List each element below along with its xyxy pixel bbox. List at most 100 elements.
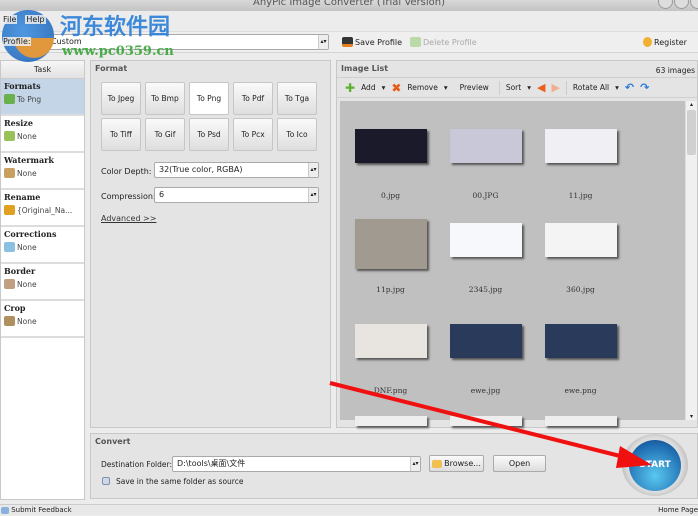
- register-label: Register: [654, 37, 687, 47]
- task-item-rename[interactable]: Rename {Original_Na...: [1, 190, 84, 227]
- compression-label: Compression:: [101, 192, 156, 201]
- remove-button[interactable]: Remove: [407, 83, 437, 92]
- task-title: Resize: [4, 118, 33, 128]
- task-panel: Task Formats To Png Resize None Watermark Non…: [0, 60, 85, 500]
- divider: [498, 80, 500, 95]
- color-depth-select[interactable]: 32(True color, RGBA) ▴▾: [154, 162, 319, 178]
- format-button-pcx[interactable]: To Pcx: [233, 118, 273, 151]
- remove-dropdown-icon[interactable]: ▾: [444, 83, 448, 92]
- format-button-tiff[interactable]: To Tiff: [101, 118, 141, 151]
- format-button-psd[interactable]: To Psd: [189, 118, 229, 151]
- scroll-thumb[interactable]: [687, 110, 696, 155]
- convert-title: Convert: [95, 437, 131, 446]
- task-value: None: [17, 131, 37, 141]
- task-value: None: [17, 168, 37, 178]
- delete-icon: [410, 37, 421, 47]
- save-profile-label: Save Profile: [355, 37, 403, 47]
- task-icon: [4, 279, 15, 289]
- image-thumbnail[interactable]: [450, 416, 522, 426]
- format-panel: Format To Jpeg To Bmp To Png To Pdf To Tga To…: [90, 60, 331, 428]
- sort-button[interactable]: Sort: [506, 83, 521, 92]
- format-button-png[interactable]: To Png: [189, 82, 229, 115]
- format-button-jpeg[interactable]: To Jpeg: [101, 82, 141, 115]
- task-item-watermark[interactable]: Watermark None: [1, 153, 84, 190]
- image-list-scrollbar[interactable]: ▴ ▾: [685, 101, 697, 420]
- task-title: Watermark: [4, 155, 54, 165]
- task-icon: [4, 94, 15, 104]
- browse-label: Browse...: [444, 459, 481, 468]
- task-item-resize[interactable]: Resize None: [1, 116, 84, 153]
- image-thumbnail[interactable]: [355, 416, 427, 426]
- image-thumbnail[interactable]: [355, 324, 427, 358]
- image-thumbnail[interactable]: [355, 129, 427, 163]
- image-thumbnail[interactable]: [545, 416, 617, 426]
- scroll-up-icon[interactable]: ▴: [686, 101, 697, 108]
- profile-label: Profile:: [3, 37, 31, 46]
- image-thumbnail[interactable]: [450, 129, 522, 163]
- task-item-corrections[interactable]: Corrections None: [1, 227, 84, 264]
- image-thumbnail[interactable]: [545, 223, 617, 257]
- status-bar: Submit Feedback Home Page: [0, 504, 698, 515]
- save-profile-button[interactable]: Save Profile: [342, 33, 402, 51]
- task-item-border[interactable]: Border None: [1, 264, 84, 301]
- format-button-gif[interactable]: To Gif: [145, 118, 185, 151]
- image-filename: 360.jpg: [566, 285, 595, 294]
- preview-button[interactable]: Preview: [460, 83, 489, 92]
- task-title: Border: [4, 266, 36, 276]
- image-thumbnail[interactable]: [450, 324, 522, 358]
- move-right-icon[interactable]: ▶: [551, 81, 559, 94]
- task-icon: [4, 316, 15, 326]
- chevron-down-icon: ▴▾: [308, 163, 318, 177]
- destination-value: D:\tools\桌面\文件: [177, 459, 246, 468]
- task-title: Corrections: [4, 229, 57, 239]
- open-button[interactable]: Open: [493, 455, 546, 472]
- scroll-down-icon[interactable]: ▾: [686, 413, 697, 420]
- home-page-link[interactable]: Home Page: [658, 505, 698, 516]
- image-thumbnail[interactable]: [355, 219, 427, 269]
- same-folder-checkbox[interactable]: [102, 477, 110, 485]
- image-filename: 2345.jpg: [468, 285, 503, 294]
- task-item-formats[interactable]: Formats To Png: [1, 79, 84, 116]
- format-button-ico[interactable]: To Ico: [277, 118, 317, 151]
- chevron-down-icon: ▴▾: [410, 457, 420, 471]
- delete-profile-button[interactable]: Delete Profile: [410, 33, 477, 51]
- task-value: None: [17, 279, 37, 289]
- add-dropdown-icon[interactable]: ▾: [382, 83, 386, 92]
- format-button-bmp[interactable]: To Bmp: [145, 82, 185, 115]
- menu-bar: File Help: [0, 12, 698, 28]
- same-folder-label: Save in the same folder as source: [116, 477, 244, 486]
- submit-feedback-link[interactable]: Submit Feedback: [11, 506, 71, 514]
- rotate-left-icon[interactable]: ↶: [625, 81, 634, 94]
- task-title: Formats: [4, 81, 41, 91]
- compression-select[interactable]: 6 ▴▾: [154, 187, 319, 203]
- image-thumbnail[interactable]: [450, 223, 522, 257]
- image-thumbnail[interactable]: [545, 324, 617, 358]
- browse-button[interactable]: Browse...: [429, 455, 484, 472]
- feedback-icon: [1, 506, 9, 514]
- task-item-crop[interactable]: Crop None: [1, 301, 84, 338]
- convert-panel: Convert Destination Folder: D:\tools\桌面\…: [90, 433, 698, 499]
- format-button-pdf[interactable]: To Pdf: [233, 82, 273, 115]
- menu-help[interactable]: Help: [25, 15, 46, 24]
- sort-dropdown-icon[interactable]: ▾: [527, 83, 531, 92]
- format-title: Format: [95, 64, 128, 73]
- rotate-right-icon[interactable]: ↷: [640, 81, 649, 94]
- register-button[interactable]: Register: [643, 33, 687, 51]
- menu-file[interactable]: File: [2, 15, 18, 24]
- task-value: None: [17, 316, 37, 326]
- move-left-icon[interactable]: ◀: [537, 81, 545, 94]
- advanced-link[interactable]: Advanced >>: [101, 214, 156, 223]
- start-button[interactable]: START: [629, 440, 681, 491]
- destination-input[interactable]: D:\tools\桌面\文件 ▴▾: [172, 456, 421, 472]
- rotate-all-button[interactable]: Rotate All: [573, 83, 609, 92]
- image-thumbnail[interactable]: [545, 129, 617, 163]
- rotate-dropdown-icon[interactable]: ▾: [615, 83, 619, 92]
- image-filename: 0.jpg: [380, 191, 401, 200]
- add-button[interactable]: Add: [361, 83, 376, 92]
- image-toolbar: ✚ Add ▾ ✖ Remove ▾ Preview Sort ▾ ◀ ▶ Rotate A…: [337, 77, 697, 98]
- compression-value: 6: [159, 190, 165, 199]
- task-header: Task: [1, 61, 84, 79]
- format-button-tga[interactable]: To Tga: [277, 82, 317, 115]
- task-value: To Png: [17, 94, 42, 104]
- save-icon: [342, 37, 353, 47]
